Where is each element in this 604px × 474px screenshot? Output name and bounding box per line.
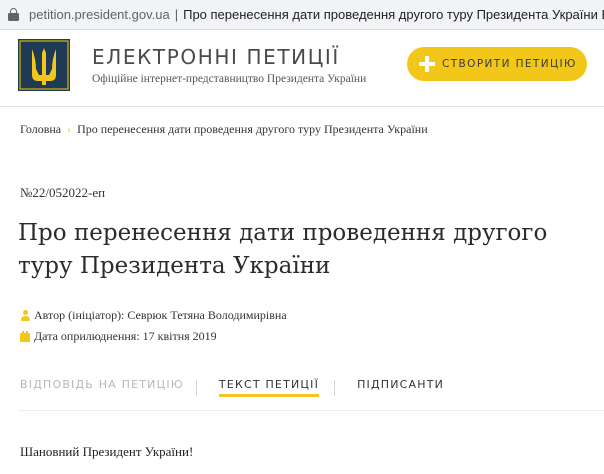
tabs-underline [18, 410, 604, 411]
create-petition-label: СТВОРИТИ ПЕТИЦІЮ [442, 58, 577, 70]
calendar-icon [20, 331, 30, 342]
create-petition-button[interactable]: СТВОРИТИ ПЕТИЦІЮ [407, 47, 587, 81]
date-label: Дата оприлюднення: 17 квітня 2019 [34, 329, 217, 343]
url-domain[interactable]: petition.president.gov.ua [29, 7, 170, 22]
petition-body-greeting: Шановний Президент України! [20, 444, 194, 459]
header-divider [0, 106, 604, 107]
tab-divider [334, 380, 335, 396]
tab-petition-text[interactable]: ТЕКСТ ПЕТИЦІЇ [218, 378, 320, 397]
petition-author: Автор (ініціатор): Севрюк Тетяна Володим… [20, 308, 287, 323]
lock-icon[interactable] [8, 8, 19, 21]
tab-answer[interactable]: ВІДПОВІДЬ НА ПЕТИЦІЮ [20, 378, 184, 397]
tab-divider [196, 380, 197, 396]
breadcrumb: Головна › Про перенесення дати проведенн… [20, 122, 428, 137]
browser-address-bar[interactable]: petition.president.gov.ua | Про перенесе… [0, 0, 604, 30]
plus-icon [418, 55, 436, 73]
site-header: ЕЛЕКТРОННІ ПЕТИЦІЇ Офіційне інтернет-пре… [0, 30, 604, 106]
page-title-in-address-bar: Про перенесення дати проведення другого … [183, 7, 604, 22]
breadcrumb-home-link[interactable]: Головна [20, 122, 61, 137]
petition-date: Дата оприлюднення: 17 квітня 2019 [20, 329, 217, 344]
breadcrumb-current: Про перенесення дати проведення другого … [77, 122, 428, 136]
tab-signers[interactable]: ПІДПИСАНТИ [357, 378, 444, 397]
author-label: Автор (ініціатор): Севрюк Тетяна Володим… [34, 308, 287, 322]
petition-tabs: ВІДПОВІДЬ НА ПЕТИЦІЮ ТЕКСТ ПЕТИЦІЇ ПІДПИ… [20, 378, 444, 400]
person-icon [20, 310, 30, 321]
petition-number: №22/052022-еп [20, 185, 106, 200]
site-title[interactable]: ЕЛЕКТРОННІ ПЕТИЦІЇ [92, 45, 340, 69]
tryzub-icon[interactable] [18, 39, 70, 91]
breadcrumb-separator-icon: › [67, 122, 72, 136]
site-subtitle: Офіційне інтернет-представництво Президе… [92, 73, 367, 85]
url-separator: | [174, 7, 179, 22]
petition-title: Про перенесення дати проведення другого … [18, 220, 548, 279]
